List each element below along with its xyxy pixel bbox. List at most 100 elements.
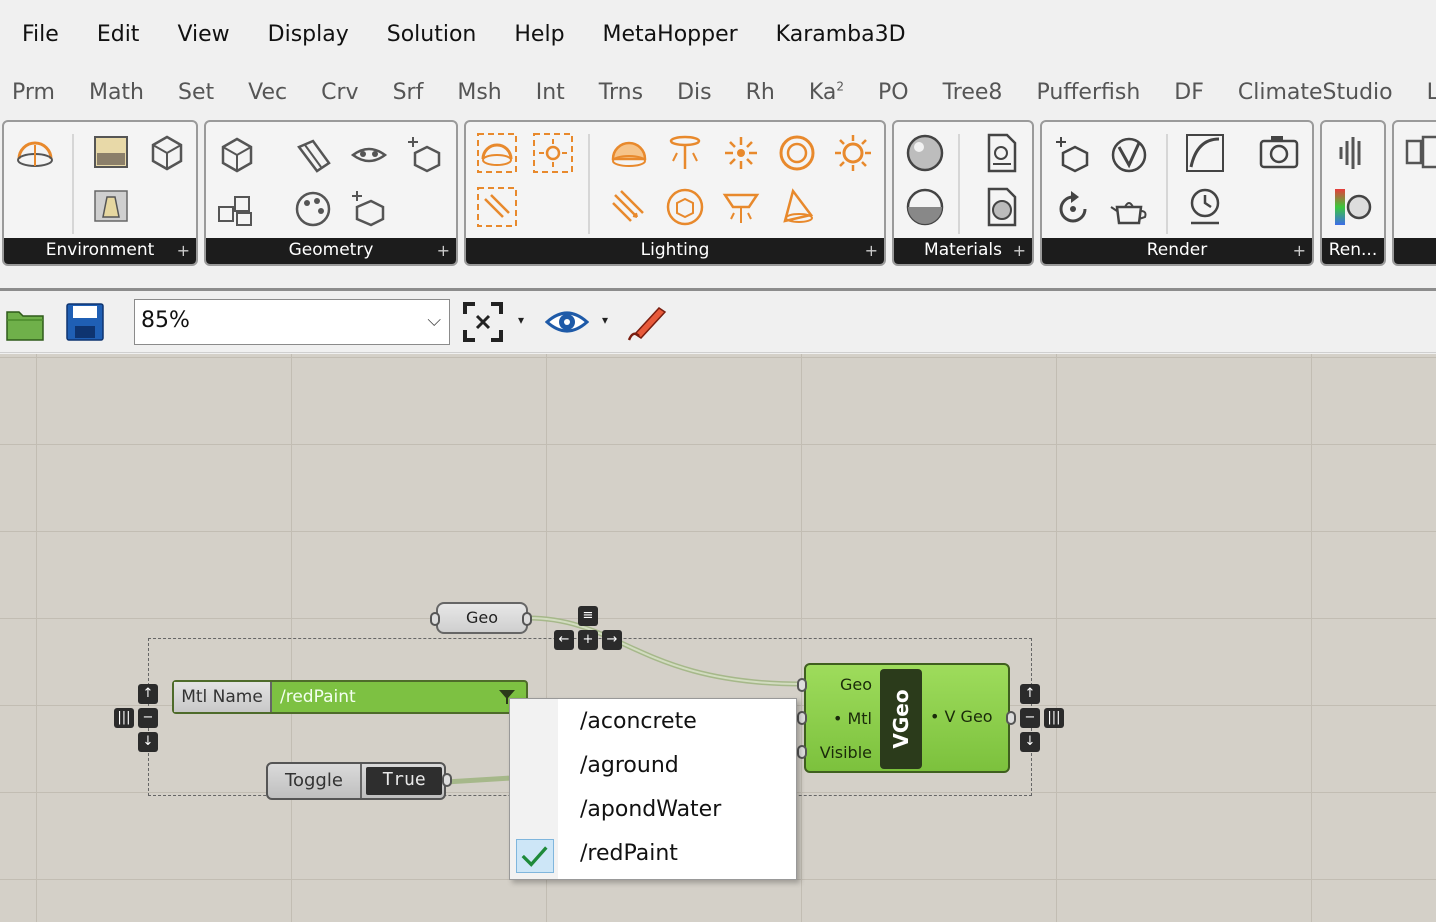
tab-df[interactable]: DF: [1174, 80, 1204, 105]
zoom-extents-icon[interactable]: [460, 299, 506, 345]
sky-dome-icon[interactable]: [474, 130, 520, 176]
dropdown-option-redpaint[interactable]: /redPaint: [580, 841, 678, 866]
menu-karamba3d[interactable]: Karamba3D: [776, 22, 906, 47]
vray-logo-icon[interactable]: [1106, 132, 1152, 178]
vgeo-output-port[interactable]: [1006, 711, 1016, 725]
arrow-down-icon[interactable]: ↓: [1020, 732, 1040, 752]
tab-math[interactable]: Math: [89, 80, 144, 105]
cone-light-icon[interactable]: [774, 184, 820, 230]
cube-icon[interactable]: [214, 132, 260, 178]
camera-icon[interactable]: [1256, 130, 1302, 176]
add-cube-icon[interactable]: [402, 132, 448, 178]
tab-po[interactable]: PO: [878, 80, 909, 105]
clock-icon[interactable]: [1182, 184, 1228, 230]
dropdown-option-apondwater[interactable]: /apondWater: [580, 797, 721, 822]
tab-dis[interactable]: Dis: [677, 80, 712, 105]
dropdown-option-aground[interactable]: /aground: [580, 753, 679, 778]
remove-icon[interactable]: −: [138, 708, 158, 728]
add-shape-icon[interactable]: [346, 186, 392, 232]
vgeo-input-visible[interactable]: Visible: [820, 743, 872, 762]
tab-msh[interactable]: Msh: [457, 80, 501, 105]
vgeo-output-vgeo[interactable]: • V Geo: [930, 707, 993, 726]
tab-rh[interactable]: Rh: [746, 80, 775, 105]
material-half-sphere-icon[interactable]: [902, 184, 948, 230]
geo-param-output-port[interactable]: [522, 612, 532, 626]
grip-handle-icon[interactable]: |||: [1044, 708, 1064, 728]
eye-mask-icon[interactable]: [346, 132, 392, 178]
menu-metahopper[interactable]: MetaHopper: [603, 22, 738, 47]
sound-bars-icon[interactable]: [1330, 130, 1376, 176]
tab-climatestudio[interactable]: ClimateStudio: [1238, 80, 1393, 105]
grip-handle-icon[interactable]: |||: [114, 708, 134, 728]
panel-environment-footer[interactable]: Environment +: [4, 238, 196, 264]
panel-truncated-footer[interactable]: [1394, 238, 1436, 264]
environment-dome-icon[interactable]: [12, 132, 58, 178]
arrow-up-icon[interactable]: ↑: [1020, 684, 1040, 704]
geo-param-input-port[interactable]: [430, 612, 440, 626]
menu-edit[interactable]: Edit: [97, 22, 140, 47]
vgeo-mtl-port[interactable]: [797, 711, 807, 725]
panel-materials-footer[interactable]: Materials +: [894, 238, 1032, 264]
directional-light-frame-icon[interactable]: [474, 184, 520, 230]
refresh-icon[interactable]: [1050, 186, 1096, 232]
panel-geometry-footer[interactable]: Geometry +: [206, 238, 456, 264]
tab-trns[interactable]: Trns: [599, 80, 643, 105]
add-icon[interactable]: +: [578, 630, 598, 650]
tab-vec[interactable]: Vec: [248, 80, 287, 105]
arrow-right-icon[interactable]: →: [602, 630, 622, 650]
tab-tree8[interactable]: Tree8: [943, 80, 1003, 105]
add-box-icon[interactable]: [1050, 132, 1096, 178]
geo-param[interactable]: Geo: [436, 602, 528, 634]
zoom-extents-dropdown[interactable]: ▾: [518, 313, 524, 327]
image-background-icon[interactable]: [88, 130, 134, 176]
tab-prm[interactable]: Prm: [12, 80, 55, 105]
point-light-icon[interactable]: [718, 130, 764, 176]
zoom-select[interactable]: 85% ⌵: [134, 299, 450, 345]
tab-lb[interactable]: LB: [1427, 80, 1436, 105]
arrow-left-icon[interactable]: ←: [554, 630, 574, 650]
area-light-icon[interactable]: [718, 184, 764, 230]
tab-srf[interactable]: Srf: [393, 80, 424, 105]
tab-set[interactable]: Set: [178, 80, 214, 105]
material-page-icon[interactable]: [978, 184, 1024, 230]
vgeo-geo-port[interactable]: [797, 678, 807, 692]
tab-crv[interactable]: Crv: [321, 80, 358, 105]
cube-light-icon[interactable]: [662, 184, 708, 230]
box-environment-icon[interactable]: [144, 130, 190, 176]
panel-render-footer[interactable]: Render +: [1042, 238, 1312, 264]
boolean-toggle[interactable]: Toggle True: [266, 762, 446, 800]
remove-icon[interactable]: −: [1020, 708, 1040, 728]
menu-view[interactable]: View: [177, 22, 229, 47]
tab-int[interactable]: Int: [536, 80, 565, 105]
menu-help[interactable]: Help: [514, 22, 564, 47]
arrow-down-icon[interactable]: ↓: [138, 732, 158, 752]
preview-dropdown[interactable]: ▾: [602, 313, 608, 327]
ground-light-icon[interactable]: [88, 184, 134, 230]
material-document-icon[interactable]: [978, 130, 1024, 176]
arrow-up-icon[interactable]: ↑: [138, 684, 158, 704]
vgeo-input-mtl[interactable]: • Mtl: [833, 709, 872, 728]
spot-light-icon[interactable]: [662, 130, 708, 176]
dropdown-option-aconcrete[interactable]: /aconcrete: [580, 709, 697, 734]
mtl-name-value-list[interactable]: Mtl Name /redPaint: [172, 680, 528, 714]
pencil-icon[interactable]: [290, 132, 336, 178]
toggle-value[interactable]: True: [366, 767, 442, 795]
tab-pufferfish[interactable]: Pufferfish: [1036, 80, 1140, 105]
save-file-icon[interactable]: [62, 299, 108, 345]
tab-ka2[interactable]: Ka2: [809, 80, 844, 105]
vgeo-component[interactable]: Geo • Mtl Visible VGeo • V Geo: [804, 663, 1010, 773]
sun-frame-icon[interactable]: [530, 130, 576, 176]
color-gradient-icon[interactable]: [1330, 184, 1376, 230]
cubes-array-icon[interactable]: [214, 186, 260, 232]
menu-display[interactable]: Display: [268, 22, 349, 47]
parallel-rays-icon[interactable]: [606, 184, 652, 230]
vgeo-input-geo[interactable]: Geo: [840, 675, 872, 694]
panel-ren-footer[interactable]: Ren...: [1322, 238, 1384, 264]
palette-icon[interactable]: [290, 186, 336, 232]
open-file-icon[interactable]: [2, 299, 48, 345]
teapot-icon[interactable]: [1106, 186, 1152, 232]
dome-light-icon[interactable]: [606, 130, 652, 176]
menu-file[interactable]: File: [22, 22, 59, 47]
menu-solution[interactable]: Solution: [387, 22, 477, 47]
material-sphere-icon[interactable]: [902, 130, 948, 176]
